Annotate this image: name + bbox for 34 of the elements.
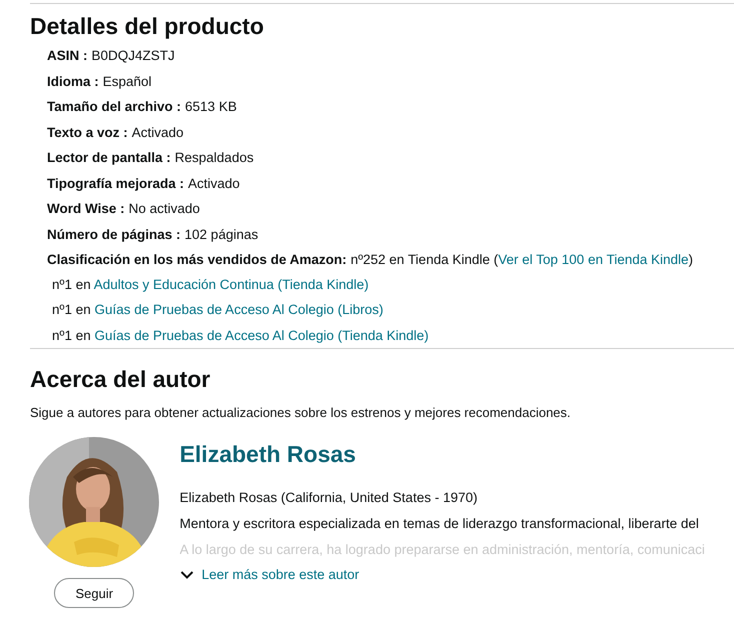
follow-note: Sigue a autores para obtener actualizaciones sobre los estrenos y mejores recomendaciones. [30, 405, 572, 420]
detail-label: Tamaño del archivo : [47, 99, 182, 114]
detail-value: No activado [128, 201, 200, 216]
category-link[interactable]: Guías de Pruebas de Acceso Al Colegio (Tienda Kindle) [94, 328, 429, 342]
ranking-text: nº252 en Tienda Kindle (Ver el Top 100 en Tienda Kindle) [350, 252, 694, 267]
chevron-icon [180, 570, 194, 580]
detail-label: Texto a voz : [47, 124, 128, 140]
detail-value: 102 páginas [184, 226, 258, 242]
subrank-text: nº1 en Adultos y Educación Continua (Tienda Kindle) [52, 276, 370, 294]
detail-label: Clasificación en los más vendidos de Amazon: [47, 252, 347, 267]
section-heading: Detalles del producto [30, 12, 265, 40]
detail-value: Español [102, 74, 152, 88]
top-100-link[interactable]: Ver el Top 100 en Tienda Kindle [498, 252, 689, 267]
detail-value: Activado [188, 176, 240, 190]
follow-button[interactable]: Seguir [54, 578, 134, 608]
bio-text: Elizabeth Rosas (California, United States - 1970) [180, 489, 478, 507]
detail-value: 6513 KB [185, 99, 237, 114]
author-name[interactable]: Elizabeth Rosas [180, 440, 356, 468]
detail-value: Respaldados [174, 150, 254, 165]
category-link[interactable]: Adultos y Educación Continua (Tienda Kindle) [94, 276, 369, 292]
subrank-text: nº1 en Guías de Pruebas de Acceso Al Colegio (Libros) [52, 301, 384, 319]
bio-text: Mentora y escritora especializada en temas de liderazgo transformacional, liberarte del [180, 515, 700, 533]
detail-label: Número de páginas : [47, 226, 181, 242]
detail-label: Lector de pantalla : [47, 150, 171, 165]
detail-label: Word Wise : [47, 201, 125, 216]
detail-value: Activado [132, 124, 184, 140]
detail-label: ASIN : [47, 48, 88, 63]
detail-value: B0DQJ4ZSTJ [92, 48, 175, 63]
detail-label: Idioma : [47, 74, 99, 88]
category-link[interactable]: Guías de Pruebas de Acceso Al Colegio (Libros) [94, 302, 384, 317]
subrank-text: nº1 en Guías de Pruebas de Acceso Al Colegio (Tienda Kindle) [52, 326, 430, 345]
read-more-link[interactable]: Leer más sobre este autor [180, 567, 360, 582]
section-heading: Acerca del autor [30, 365, 212, 393]
detail-label: Tipografía mejorada : [47, 176, 184, 190]
